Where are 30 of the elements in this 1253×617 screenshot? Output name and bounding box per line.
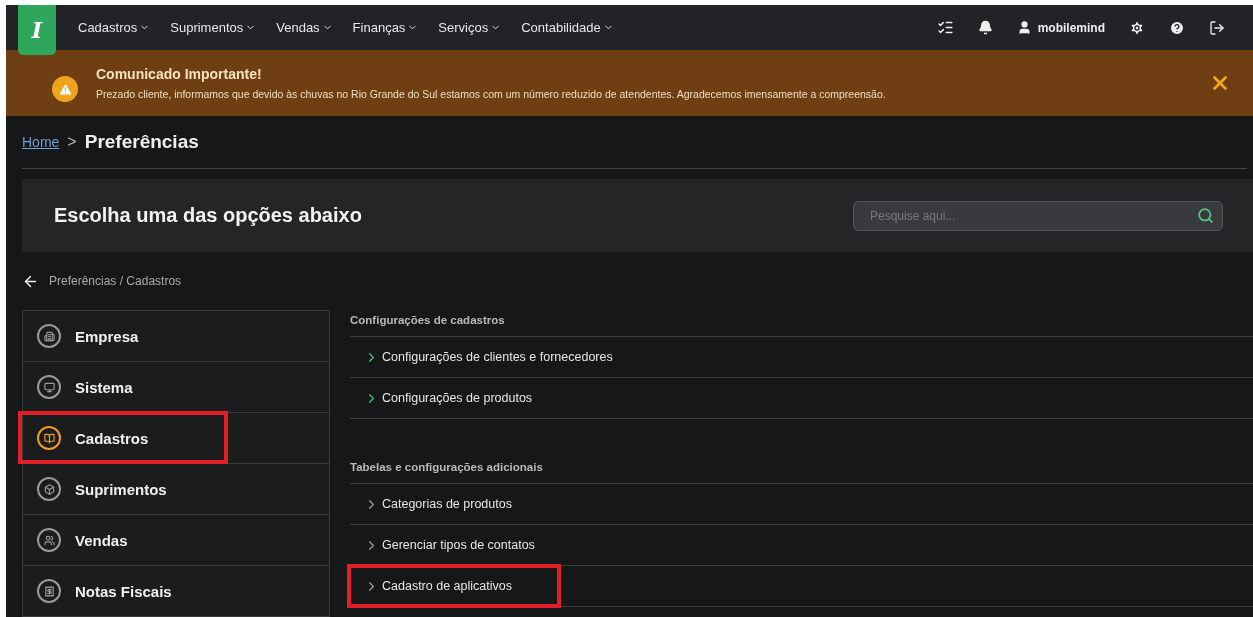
- search-icon[interactable]: [1197, 206, 1214, 224]
- menu-item[interactable]: Vendas: [266, 20, 343, 35]
- page-title: Preferências: [84, 131, 199, 153]
- breadcrumb-separator: >: [67, 133, 77, 151]
- group-title: Configurações de cadastros: [350, 310, 1253, 337]
- warning-icon: [52, 76, 78, 102]
- menu-item[interactable]: Serviços: [428, 20, 512, 35]
- settings-link[interactable]: Configurações de clientes e fornecedores: [364, 349, 613, 365]
- search-field[interactable]: Pesquise aqui...: [853, 200, 1223, 231]
- group-title: Tabelas e configurações adicionais: [350, 457, 1253, 484]
- notice-title: Comunicado Importante!: [96, 66, 263, 82]
- user-icon: [1016, 20, 1032, 35]
- settings-link[interactable]: Categorias de produtos: [364, 496, 512, 512]
- sidebar-item[interactable]: Notas Fiscais: [22, 566, 330, 617]
- settings-link[interactable]: Gerenciar tipos de contatos: [364, 537, 535, 553]
- path-label: Preferências / Cadastros: [49, 274, 182, 288]
- sidebar-item[interactable]: Sistema: [22, 362, 330, 413]
- menu-item[interactable]: Finanças: [342, 20, 429, 35]
- notice-message: Prezado cliente, informamos que devido às chuvas no Rio Grande do Sul estamos com um número reduzido de atendentes. Agradecemos imensamente a compreensão.: [96, 88, 887, 100]
- menu-item[interactable]: Suprimentos: [160, 20, 267, 35]
- sidebar-item[interactable]: Empresa: [22, 310, 330, 362]
- menu-item[interactable]: Contabilidade: [511, 20, 624, 35]
- menu-item[interactable]: Cadastros: [68, 20, 161, 35]
- sidebar-item[interactable]: Suprimentos: [22, 464, 330, 515]
- sidebar-item[interactable]: Vendas: [22, 515, 330, 566]
- home-link[interactable]: Home: [22, 134, 60, 150]
- user-menu[interactable]: mobilemind: [1004, 20, 1117, 35]
- settings-link[interactable]: Configurações de produtos: [364, 390, 533, 406]
- settings-link[interactable]: Cadastro de aplicativos: [364, 578, 512, 594]
- section-heading: Escolha uma das opções abaixo: [54, 204, 362, 227]
